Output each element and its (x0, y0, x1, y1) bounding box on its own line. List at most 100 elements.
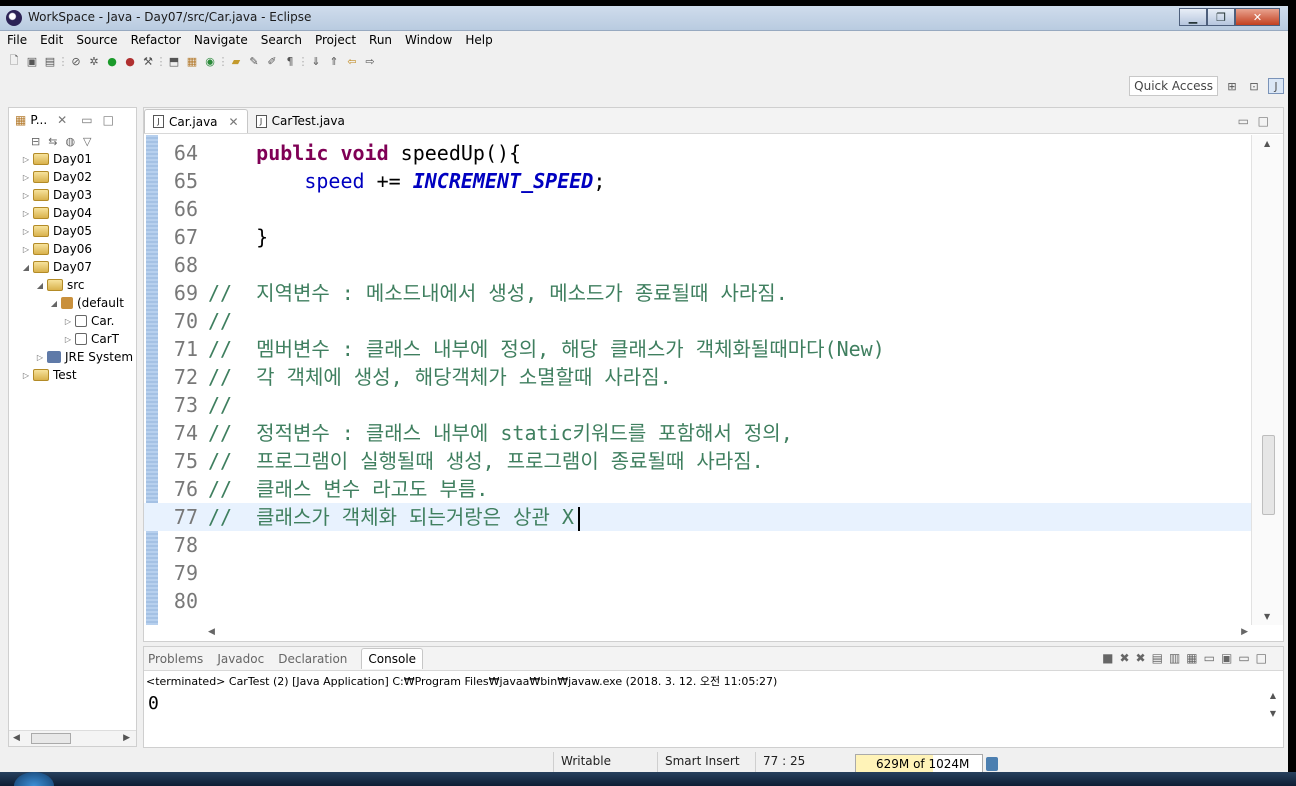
menu-navigate[interactable]: Navigate (187, 31, 254, 50)
menu-file[interactable]: File (0, 31, 33, 50)
expand-icon[interactable]: ▷ (21, 155, 31, 164)
close-icon[interactable]: ✕ (57, 113, 67, 127)
close-tab-icon[interactable]: ✕ (229, 115, 239, 129)
external-tools-icon[interactable]: ⚒ (140, 53, 156, 69)
tree-item[interactable]: ▷ Day04 (9, 204, 136, 222)
collapse-all-icon[interactable]: ⊟ (31, 135, 40, 148)
code-line[interactable]: 65 speed += INCREMENT_SPEED; (144, 167, 1252, 195)
tree-item[interactable]: ▷ Car. (9, 312, 136, 330)
tree-item[interactable]: ▷ Day01 (9, 150, 136, 168)
open-console-icon[interactable]: ▣ (1221, 651, 1232, 665)
clear-console-icon[interactable]: ▤ (1152, 651, 1163, 665)
remove-all-icon[interactable]: ✖ (1136, 651, 1146, 665)
expand-icon[interactable]: ▷ (21, 371, 31, 380)
code-line[interactable]: 77 // 클래스가 객체화 되는거랑은 상관 X (144, 503, 1252, 531)
java-perspective-icon[interactable]: J (1268, 78, 1284, 94)
package-explorer-tab[interactable]: ▦ P... ✕ ▭ □ (9, 108, 136, 132)
open-perspective-icon[interactable]: ⊞ (1224, 78, 1240, 94)
collapse-icon[interactable]: ◢ (35, 281, 45, 290)
menu-run[interactable]: Run (362, 31, 398, 50)
maximize-view-icon[interactable]: □ (103, 113, 114, 127)
menu-project[interactable]: Project (308, 31, 362, 50)
coverage-icon[interactable]: ● (122, 53, 138, 69)
tree-item[interactable]: ▷ Day03 (9, 186, 136, 204)
menu-window[interactable]: Window (398, 31, 458, 50)
minimize-editor-icon[interactable]: ▭ (1238, 114, 1249, 128)
code-line[interactable]: 79 (144, 559, 1252, 587)
minimize-view-icon[interactable]: ▭ (1238, 651, 1249, 665)
open-type-icon[interactable]: ▰ (228, 53, 244, 69)
maximize-view-icon[interactable]: □ (1256, 651, 1267, 665)
java-ee-perspective-icon[interactable]: ⊡ (1246, 78, 1262, 94)
link-with-editor-icon[interactable]: ⇆ (48, 135, 57, 148)
remove-launch-icon[interactable]: ✖ (1119, 651, 1129, 665)
expand-icon[interactable]: ▷ (21, 191, 31, 200)
tree-item[interactable]: ▷ CarT (9, 330, 136, 348)
console-output[interactable]: 0 (148, 693, 159, 714)
back-icon[interactable]: ⇦ (344, 53, 360, 69)
code-line[interactable]: 66 (144, 195, 1252, 223)
tree-item[interactable]: ▷ Test (9, 366, 136, 384)
pin-console-icon[interactable]: ▦ (1186, 651, 1197, 665)
tree-item[interactable]: ▷ Day06 (9, 240, 136, 258)
editor-horizontal-scrollbar[interactable]: ◀ ▶ (204, 625, 1252, 641)
run-icon[interactable]: ● (104, 53, 120, 69)
tree-item[interactable]: ◢ src (9, 276, 136, 294)
toggle-mark-occurrences-icon[interactable]: ✐ (264, 53, 280, 69)
tab-javadoc[interactable]: Javadoc (217, 652, 264, 666)
terminate-icon[interactable]: ■ (1102, 651, 1113, 665)
tab-problems[interactable]: Problems (148, 652, 203, 666)
code-line[interactable]: 76 // 클래스 변수 라고도 부름. (144, 475, 1252, 503)
expand-icon[interactable]: ▷ (21, 173, 31, 182)
new-java-project-icon[interactable]: ⬒ (166, 53, 182, 69)
tab-console[interactable]: Console (361, 648, 424, 669)
tree-item[interactable]: ▷ Day05 (9, 222, 136, 240)
expand-icon[interactable]: ▷ (63, 335, 73, 344)
show-whitespace-icon[interactable]: ¶ (282, 53, 298, 69)
editor-tab[interactable]: J CarTest.java (248, 109, 353, 133)
maximize-button[interactable]: ❐ (1207, 8, 1235, 26)
menu-help[interactable]: Help (458, 31, 498, 50)
expand-icon[interactable]: ▷ (21, 245, 31, 254)
garbage-collect-icon[interactable] (986, 757, 998, 771)
code-line[interactable]: 67 } (144, 223, 1252, 251)
expand-icon[interactable]: ▷ (21, 209, 31, 218)
horizontal-scrollbar[interactable]: ◀ ▶ (9, 730, 136, 746)
new-class-icon[interactable]: ◉ (202, 53, 218, 69)
quick-access-field[interactable]: Quick Access (1129, 76, 1218, 96)
code-line[interactable]: 80 (144, 587, 1252, 615)
code-line[interactable]: 72 // 각 객체에 생성, 해당객체가 소멸할때 사라짐. (144, 363, 1252, 391)
save-icon[interactable]: ▣ (24, 53, 40, 69)
console-scrollbar[interactable]: ▲ ▼ (1263, 691, 1283, 731)
display-console-icon[interactable]: ▭ (1204, 651, 1215, 665)
maximize-editor-icon[interactable]: □ (1258, 114, 1269, 128)
minimize-button[interactable]: ▁ (1179, 8, 1207, 26)
view-menu-icon[interactable]: ▽ (83, 135, 91, 148)
code-line[interactable]: 68 (144, 251, 1252, 279)
code-line[interactable]: 64 public void speedUp(){ (144, 139, 1252, 167)
next-annotation-icon[interactable]: ⇓ (308, 53, 324, 69)
new-package-icon[interactable]: ▦ (184, 53, 200, 69)
scroll-lock-icon[interactable]: ▥ (1169, 651, 1180, 665)
focus-icon[interactable]: ◍ (65, 135, 75, 148)
vertical-scrollbar[interactable]: ▲ ▼ (1251, 135, 1283, 625)
menu-source[interactable]: Source (69, 31, 123, 50)
scroll-thumb[interactable] (1262, 435, 1275, 515)
code-line[interactable]: 69 // 지역변수 : 메소드내에서 생성, 메소드가 종료될때 사라짐. (144, 279, 1252, 307)
code-line[interactable]: 70 // (144, 307, 1252, 335)
skip-breakpoints-icon[interactable]: ⊘ (68, 53, 84, 69)
menu-edit[interactable]: Edit (33, 31, 69, 50)
expand-icon[interactable]: ▷ (21, 227, 31, 236)
code-line[interactable]: 78 (144, 531, 1252, 559)
tree-item[interactable]: ◢ Day07 (9, 258, 136, 276)
tree-item[interactable]: ▷ JRE System (9, 348, 136, 366)
tab-declaration[interactable]: Declaration (278, 652, 347, 666)
menu-search[interactable]: Search (254, 31, 308, 50)
menu-refactor[interactable]: Refactor (124, 31, 187, 50)
code-line[interactable]: 73 // (144, 391, 1252, 419)
previous-annotation-icon[interactable]: ⇑ (326, 53, 342, 69)
editor-tab[interactable]: J Car.java ✕ (144, 109, 248, 133)
code-line[interactable]: 71 // 멤버변수 : 클래스 내부에 정의, 해당 클래스가 객체화될때마다(… (144, 335, 1252, 363)
debug-icon[interactable]: ✲ (86, 53, 102, 69)
save-all-icon[interactable]: ▤ (42, 53, 58, 69)
